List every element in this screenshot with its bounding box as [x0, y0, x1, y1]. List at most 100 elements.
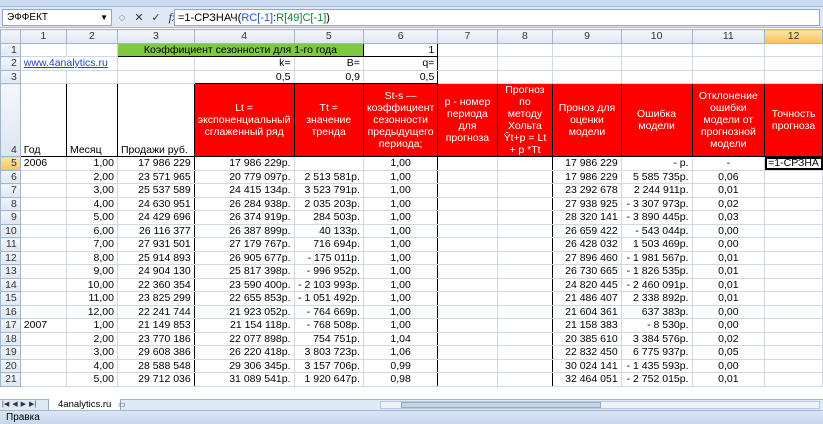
col-header[interactable]: 4: [193, 29, 295, 44]
smoothed-cell[interactable]: 20 779 097р.: [193, 169, 295, 184]
sales-cell[interactable]: 29 712 036: [116, 372, 195, 387]
trend-cell[interactable]: - 996 952р.: [293, 264, 364, 279]
scroll-circle-icon[interactable]: ◌: [116, 12, 128, 24]
smoothed-cell[interactable]: 21 923 052р.: [193, 304, 295, 319]
month-cell[interactable]: 6,00: [65, 223, 118, 238]
month-cell[interactable]: 5,00: [65, 372, 118, 387]
model-forecast-cell[interactable]: 21 158 383: [552, 318, 622, 333]
seasonality-value-cell[interactable]: 1: [362, 42, 439, 57]
trend-cell[interactable]: 3 523 791р.: [293, 183, 364, 198]
cell[interactable]: [437, 56, 498, 71]
holt-forecast-cell[interactable]: [496, 291, 554, 306]
seasonality-title-cell[interactable]: Коэффициент сезонности для 1-го года: [116, 42, 364, 57]
model-error-cell[interactable]: 5 585 735р.: [620, 169, 693, 184]
sales-cell[interactable]: 25 537 589: [116, 183, 195, 198]
cell[interactable]: [552, 56, 622, 71]
year-cell[interactable]: 2006: [19, 156, 67, 171]
model-error-cell[interactable]: 1 503 469р.: [620, 237, 693, 252]
seasonality-cell[interactable]: 1,00: [362, 156, 439, 171]
chevron-down-icon[interactable]: ▼: [100, 10, 108, 25]
trend-cell[interactable]: 3 803 723р.: [293, 345, 364, 360]
holt-forecast-cell[interactable]: [496, 156, 554, 171]
accuracy-cell[interactable]: [764, 331, 823, 346]
period-cell[interactable]: [437, 318, 498, 333]
seasonality-cell[interactable]: 1,00: [362, 250, 439, 265]
period-cell[interactable]: [437, 304, 498, 319]
seasonality-cell[interactable]: 1,06: [362, 345, 439, 360]
smoothed-cell[interactable]: 26 387 899р.: [193, 223, 295, 238]
deviation-cell[interactable]: 0,02: [691, 196, 766, 211]
holt-forecast-cell[interactable]: [496, 264, 554, 279]
col-header[interactable]: 8: [496, 29, 554, 44]
header-model-error[interactable]: Ошибка модели: [620, 83, 693, 157]
accuracy-cell[interactable]: [764, 304, 823, 319]
formula-input[interactable]: =1-СРЗНАЧ(RC[-1]:R[49]C[-1]): [174, 9, 820, 26]
holt-forecast-cell[interactable]: [496, 372, 554, 387]
deviation-cell[interactable]: 0,03: [691, 210, 766, 225]
month-cell[interactable]: 4,00: [65, 196, 118, 211]
model-forecast-cell[interactable]: 20 385 610: [552, 331, 622, 346]
trend-cell[interactable]: 1 920 647р.: [293, 372, 364, 387]
cell[interactable]: [496, 56, 554, 71]
model-forecast-cell[interactable]: 17 986 229: [552, 156, 622, 171]
model-forecast-cell[interactable]: 23 292 678: [552, 183, 622, 198]
cell[interactable]: [691, 56, 766, 71]
month-cell[interactable]: 5,00: [65, 210, 118, 225]
holt-forecast-cell[interactable]: [496, 277, 554, 292]
accuracy-cell[interactable]: [764, 291, 823, 306]
cell[interactable]: [620, 42, 693, 57]
model-forecast-cell[interactable]: 26 428 032: [552, 237, 622, 252]
corner-select-all[interactable]: [0, 29, 21, 44]
deviation-cell[interactable]: 0,01: [691, 250, 766, 265]
period-cell[interactable]: [437, 196, 498, 211]
deviation-cell[interactable]: 0,02: [691, 331, 766, 346]
header-smoothed-series[interactable]: Lt = экспоненциальный сглаженный ряд: [193, 83, 295, 157]
row-header[interactable]: 21: [0, 372, 21, 387]
seasonality-cell[interactable]: 1,00: [362, 291, 439, 306]
smoothed-cell[interactable]: 26 284 938р.: [193, 196, 295, 211]
row-header[interactable]: 19: [0, 345, 21, 360]
col-header[interactable]: 3: [116, 29, 195, 44]
prev-sheet-icon[interactable]: ◀: [12, 400, 17, 410]
cell[interactable]: [116, 69, 195, 84]
smoothed-cell[interactable]: 26 220 418р.: [193, 345, 295, 360]
deviation-cell[interactable]: 0,00: [691, 223, 766, 238]
trend-cell[interactable]: [293, 156, 364, 171]
header-trend[interactable]: Tt = значение тренда: [293, 83, 364, 157]
month-cell[interactable]: 8,00: [65, 250, 118, 265]
model-error-cell[interactable]: 3 384 576р.: [620, 331, 693, 346]
seasonality-cell[interactable]: 1,00: [362, 183, 439, 198]
year-cell[interactable]: [19, 358, 67, 373]
period-cell[interactable]: [437, 277, 498, 292]
sales-cell[interactable]: 29 608 386: [116, 345, 195, 360]
model-forecast-cell[interactable]: 28 320 141: [552, 210, 622, 225]
model-forecast-cell[interactable]: 24 820 445: [552, 277, 622, 292]
holt-forecast-cell[interactable]: [496, 304, 554, 319]
cell[interactable]: [620, 56, 693, 71]
row-header[interactable]: 20: [0, 358, 21, 373]
seasonality-cell[interactable]: 1,00: [362, 223, 439, 238]
sales-cell[interactable]: 21 149 853: [116, 318, 195, 333]
row-header[interactable]: 5: [0, 156, 21, 171]
holt-forecast-cell[interactable]: [496, 237, 554, 252]
accuracy-cell[interactable]: [764, 277, 823, 292]
header-year[interactable]: Год: [19, 83, 67, 157]
accuracy-cell[interactable]: =1-СРЗНА: [764, 156, 823, 171]
month-cell[interactable]: 3,00: [65, 183, 118, 198]
seasonality-cell[interactable]: 1,00: [362, 169, 439, 184]
seasonality-cell[interactable]: 1,04: [362, 331, 439, 346]
model-forecast-cell[interactable]: 32 464 051: [552, 372, 622, 387]
cell[interactable]: [116, 56, 195, 71]
sales-cell[interactable]: 27 931 501: [116, 237, 195, 252]
deviation-cell[interactable]: 0,00: [691, 304, 766, 319]
smoothed-cell[interactable]: 25 817 398р.: [193, 264, 295, 279]
seasonality-cell[interactable]: 0,98: [362, 372, 439, 387]
model-error-cell[interactable]: 2 244 911р.: [620, 183, 693, 198]
model-error-cell[interactable]: - р.: [620, 156, 693, 171]
row-header[interactable]: 3: [0, 69, 21, 84]
cell[interactable]: [552, 69, 622, 84]
row-header[interactable]: 4: [0, 83, 21, 157]
trend-cell[interactable]: - 764 669р.: [293, 304, 364, 319]
model-error-cell[interactable]: - 8 530р.: [620, 318, 693, 333]
period-cell[interactable]: [437, 358, 498, 373]
